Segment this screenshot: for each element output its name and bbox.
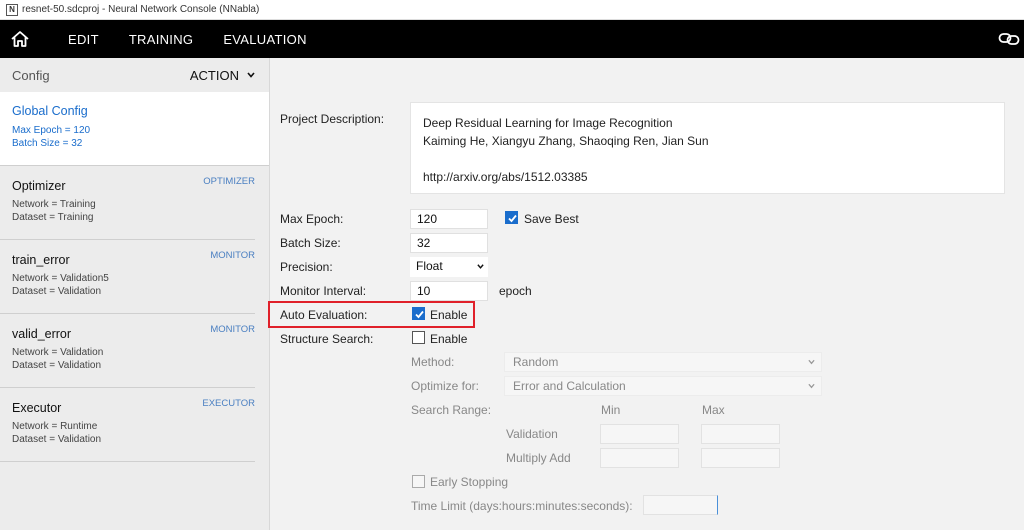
action-label: ACTION: [189, 67, 239, 83]
precision-value: Float: [416, 259, 443, 273]
sidebar-item-name: train_error: [12, 253, 70, 267]
structure-search-checkbox[interactable]: [412, 331, 425, 344]
multiply-add-min-field[interactable]: [600, 448, 679, 468]
chevron-down-icon: [808, 359, 815, 365]
sidebar-item-detail: Network = Runtime: [12, 421, 98, 432]
sidebar-item-name: Global Config: [12, 104, 88, 118]
action-dropdown[interactable]: ACTION: [190, 68, 255, 83]
sidebar-item-detail: Batch Size = 32: [12, 138, 83, 149]
save-best-checkbox[interactable]: [505, 211, 518, 224]
optimize-for-label: Optimize for:: [411, 379, 480, 393]
menu-edit[interactable]: EDIT: [53, 32, 114, 47]
multiply-add-max-field[interactable]: [701, 448, 780, 468]
sidebar-item-valid-error[interactable]: valid_error Network = Validation Dataset…: [0, 314, 255, 388]
min-column-label: Min: [601, 403, 621, 417]
project-description-label: Project Description:: [280, 112, 385, 126]
window-titlebar: N resnet-50.sdcproj - Neural Network Con…: [0, 0, 1024, 20]
annotation-highlight-box: [268, 301, 475, 328]
app-icon: N: [6, 3, 18, 16]
precision-label: Precision:: [280, 260, 333, 274]
sidebar-item-kind: OPTIMIZER: [203, 176, 255, 187]
sidebar-header: Config ACTION: [0, 58, 269, 92]
validation-max-field[interactable]: [701, 424, 780, 444]
home-icon[interactable]: [2, 20, 38, 58]
menu-training[interactable]: TRAINING: [114, 32, 209, 47]
menu-evaluation[interactable]: EVALUATION: [208, 32, 321, 47]
chevron-down-icon: [808, 383, 815, 389]
menubar: EDIT TRAINING EVALUATION: [0, 20, 1024, 58]
validation-row-label: Validation: [506, 427, 558, 441]
method-select[interactable]: Random: [504, 352, 822, 372]
max-epoch-label: Max Epoch:: [280, 212, 344, 226]
max-column-label: Max: [702, 403, 725, 417]
config-sidebar: Config ACTION Global Config Max Epoch = …: [0, 58, 270, 530]
sidebar-item-kind: MONITOR: [210, 250, 255, 261]
sidebar-item-optimizer[interactable]: Optimizer Network = Training Dataset = T…: [0, 166, 255, 240]
sidebar-title: Config: [12, 67, 50, 83]
sidebar-item-kind: EXECUTOR: [202, 398, 255, 409]
check-icon: [508, 214, 517, 223]
method-label: Method:: [411, 355, 455, 369]
optimize-for-value: Error and Calculation: [513, 379, 626, 393]
time-limit-field[interactable]: [643, 495, 718, 515]
batch-size-label: Batch Size:: [280, 236, 341, 250]
sidebar-item-name: valid_error: [12, 327, 72, 341]
early-stopping-checkbox[interactable]: [412, 475, 425, 488]
max-epoch-field[interactable]: 120: [410, 209, 488, 229]
sidebar-item-train-error[interactable]: train_error Network = Validation5 Datase…: [0, 240, 255, 314]
structure-search-label: Structure Search:: [280, 332, 374, 346]
optimize-for-select[interactable]: Error and Calculation: [504, 376, 822, 396]
sidebar-item-detail: Network = Training: [12, 199, 96, 210]
sidebar-item-detail: Dataset = Validation: [12, 360, 102, 371]
early-stopping-label: Early Stopping: [430, 475, 509, 489]
chevron-down-icon: [477, 264, 484, 269]
global-config-panel: Project Description: Deep Residual Learn…: [270, 58, 1024, 530]
sidebar-item-detail: Max Epoch = 120: [12, 125, 91, 136]
monitor-interval-unit: epoch: [499, 284, 532, 298]
search-range-label: Search Range:: [411, 403, 492, 417]
precision-select[interactable]: Float: [410, 257, 488, 277]
sidebar-item-detail: Dataset = Training: [12, 212, 94, 223]
window-title: resnet-50.sdcproj - Neural Network Conso…: [22, 4, 260, 15]
structure-search-enable-label: Enable: [430, 332, 468, 346]
time-limit-label: Time Limit (days:hours:minutes:seconds):: [411, 499, 633, 513]
validation-min-field[interactable]: [600, 424, 679, 444]
method-value: Random: [513, 355, 559, 369]
sidebar-item-kind: MONITOR: [210, 324, 255, 335]
chevron-down-icon: [247, 72, 255, 78]
project-description-field[interactable]: Deep Residual Learning for Image Recogni…: [410, 102, 1005, 194]
multiply-add-row-label: Multiply Add: [506, 451, 571, 465]
sidebar-item-detail: Dataset = Validation: [12, 286, 102, 297]
monitor-interval-field[interactable]: 10: [410, 281, 488, 301]
sidebar-item-executor[interactable]: Executor Network = Runtime Dataset = Val…: [0, 388, 255, 462]
batch-size-field[interactable]: 32: [410, 233, 488, 253]
save-best-label: Save Best: [524, 212, 579, 226]
cloud-link-icon[interactable]: [998, 29, 1020, 49]
sidebar-item-detail: Network = Validation: [12, 347, 104, 358]
monitor-interval-label: Monitor Interval:: [280, 284, 367, 298]
sidebar-item-detail: Dataset = Validation: [12, 434, 102, 445]
sidebar-item-detail: Network = Validation5: [12, 273, 109, 284]
sidebar-item-global-config[interactable]: Global Config Max Epoch = 120 Batch Size…: [0, 92, 269, 166]
